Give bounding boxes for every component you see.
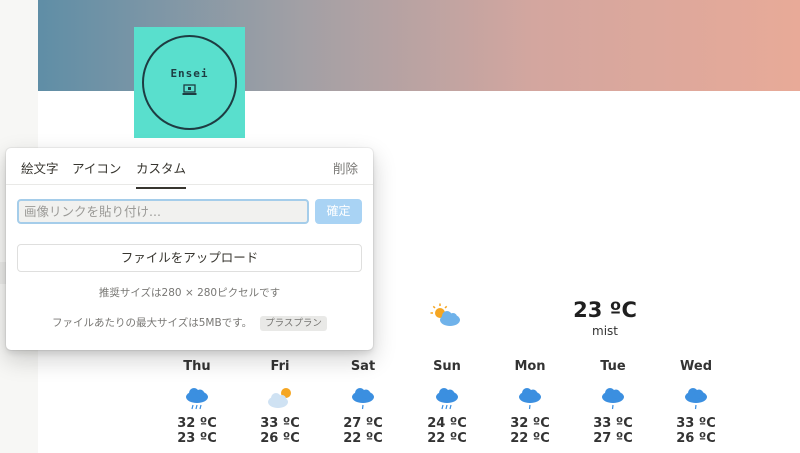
forecast-day: Fri 33 ºC 26 ºC (250, 358, 310, 446)
day-high: 33 ºC (260, 416, 300, 431)
day-name: Mon (514, 359, 546, 374)
day-low: 22 ºC (427, 431, 467, 446)
day-low: 22 ºC (510, 431, 550, 446)
forecast-day: Tue 33 ºC 27 ºC (583, 358, 643, 446)
plan-badge: プラスプラン (260, 316, 327, 331)
max-size-hint: ファイルあたりの最大サイズは5MBです。 プラスプラン (6, 315, 373, 331)
current-condition: mist (592, 324, 618, 338)
day-low: 26 ºC (676, 431, 716, 446)
recommended-size-hint: 推奨サイズは280 × 280ピクセルです (98, 287, 281, 299)
logo-ring (142, 35, 237, 130)
forecast-day: Wed 33 ºC 26 ºC (666, 358, 726, 446)
confirm-button[interactable]: 確定 (315, 199, 362, 224)
upload-file-button[interactable]: ファイルをアップロード (17, 244, 362, 272)
day-name: Sat (350, 359, 376, 374)
tab-emoji[interactable]: 絵文字 (21, 158, 59, 177)
picker-tabs: 絵文字 アイコン カスタム 削除 (6, 148, 373, 189)
day-low: 23 ºC (177, 431, 217, 446)
day-high: 32 ºC (177, 416, 217, 431)
day-high: 33 ºC (676, 416, 716, 431)
day-low: 27 ºC (593, 431, 633, 446)
tab-icons[interactable]: アイコン (72, 158, 121, 177)
day-name: Sun (433, 359, 461, 374)
day-high: 32 ºC (510, 416, 550, 431)
forecast-day: Mon 32 ºC 22 ºC (500, 358, 560, 446)
day-name: Wed (680, 359, 712, 374)
day-high: 27 ºC (343, 416, 383, 431)
icon-picker-popover: 絵文字 アイコン カスタム 削除 確定 ファイルをアップロード 推奨サイズは28… (6, 148, 373, 350)
day-high: 24 ºC (427, 416, 467, 431)
sun-behind-cloud-icon (268, 388, 291, 408)
day-low: 26 ºC (260, 431, 300, 446)
day-name: Tue (600, 359, 626, 374)
forecast-day: Sun 24 ºC 22 ºC (417, 358, 477, 446)
drizzle-cloud-icon (685, 388, 707, 410)
remove-button[interactable]: 削除 (333, 158, 358, 177)
rain-cloud-icon (436, 388, 458, 410)
day-high: 33 ºC (593, 416, 633, 431)
laptop-icon (182, 84, 197, 95)
day-name: Thu (183, 359, 211, 374)
page-icon[interactable]: Ensei (134, 27, 245, 138)
drizzle-cloud-icon (352, 388, 374, 410)
notion-page: Ensei 23 ºC mist Thu 32 ºC 23 ºC Fri 33 … (0, 0, 800, 453)
drizzle-cloud-icon (519, 388, 541, 410)
day-name: Fri (270, 359, 290, 374)
forecast-day: Sat 27 ºC 22 ºC (333, 358, 393, 446)
logo-text: Ensei (170, 67, 209, 80)
tab-custom[interactable]: カスタム (136, 158, 187, 189)
forecast-day: Thu 32 ºC 23 ºC (167, 358, 227, 446)
current-temperature: 23 ºC (573, 298, 637, 322)
day-low: 22 ºC (343, 431, 383, 446)
max-size-text: ファイルあたりの最大サイズは5MBです。 (52, 317, 253, 329)
drizzle-cloud-icon (602, 388, 624, 410)
rain-cloud-icon (186, 388, 208, 410)
image-link-input[interactable] (17, 199, 309, 224)
sun-behind-cloud-icon (430, 303, 460, 326)
